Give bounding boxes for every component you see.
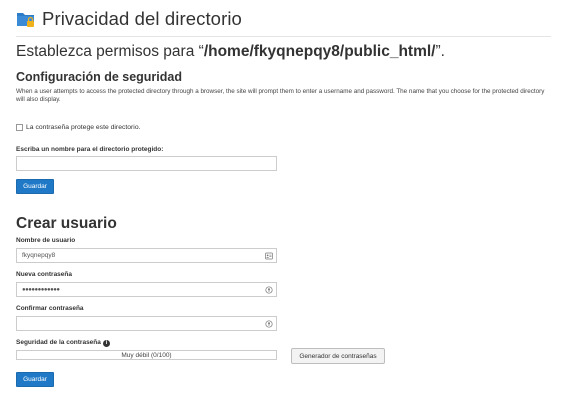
page-header: Privacidad del directorio [16,6,242,32]
password-generator-button[interactable]: Generador de contraseñas [291,348,385,364]
password-strength-label-row: Seguridad de la contraseña i [16,339,110,347]
directory-path: /home/fkyqnepqy8/public_html/ [203,43,436,60]
folder-lock-icon [16,9,36,29]
header-divider [16,36,551,37]
create-user-title: Crear usuario [16,215,117,232]
confirm-password-input[interactable] [16,316,277,331]
security-settings-title: Configuración de seguridad [16,70,182,84]
save-security-button[interactable]: Guardar [16,179,54,194]
username-input[interactable]: fkyqnepqy8 [16,248,277,263]
page-title: Privacidad del directorio [42,8,242,29]
permissions-heading: Establezca permisos para “/home/fkyqnepq… [16,43,445,61]
password-strength-text: Muy débil (0/100) [121,351,172,359]
directory-name-input[interactable] [16,156,277,171]
password-strength-label: Seguridad de la contraseña [16,339,101,346]
protect-directory-checkbox[interactable] [16,124,23,131]
permissions-heading-suffix: ”. [435,43,445,60]
permissions-heading-prefix: Establezca permisos para “ [16,43,204,60]
username-value: fkyqnepqy8 [22,252,56,259]
directory-name-label: Escriba un nombre para el directorio pro… [16,146,164,153]
protect-directory-row: La contraseña protege este directorio. [16,124,141,131]
username-label: Nombre de usuario [16,237,76,244]
info-icon[interactable]: i [102,340,110,347]
new-password-value: ●●●●●●●●●●●● [22,286,60,293]
save-user-button[interactable]: Guardar [16,372,54,387]
key-icon[interactable] [265,319,273,328]
password-strength-meter: Muy débil (0/100) [16,350,277,360]
confirm-password-label: Confirmar contraseña [16,305,84,312]
new-password-input[interactable]: ●●●●●●●●●●●● [16,282,277,297]
new-password-label: Nueva contraseña [16,271,72,278]
key-icon[interactable] [265,285,273,294]
contact-card-icon [265,252,273,260]
protect-directory-label[interactable]: La contraseña protege este directorio. [26,124,141,131]
security-description: When a user attempts to access the prote… [16,88,545,103]
